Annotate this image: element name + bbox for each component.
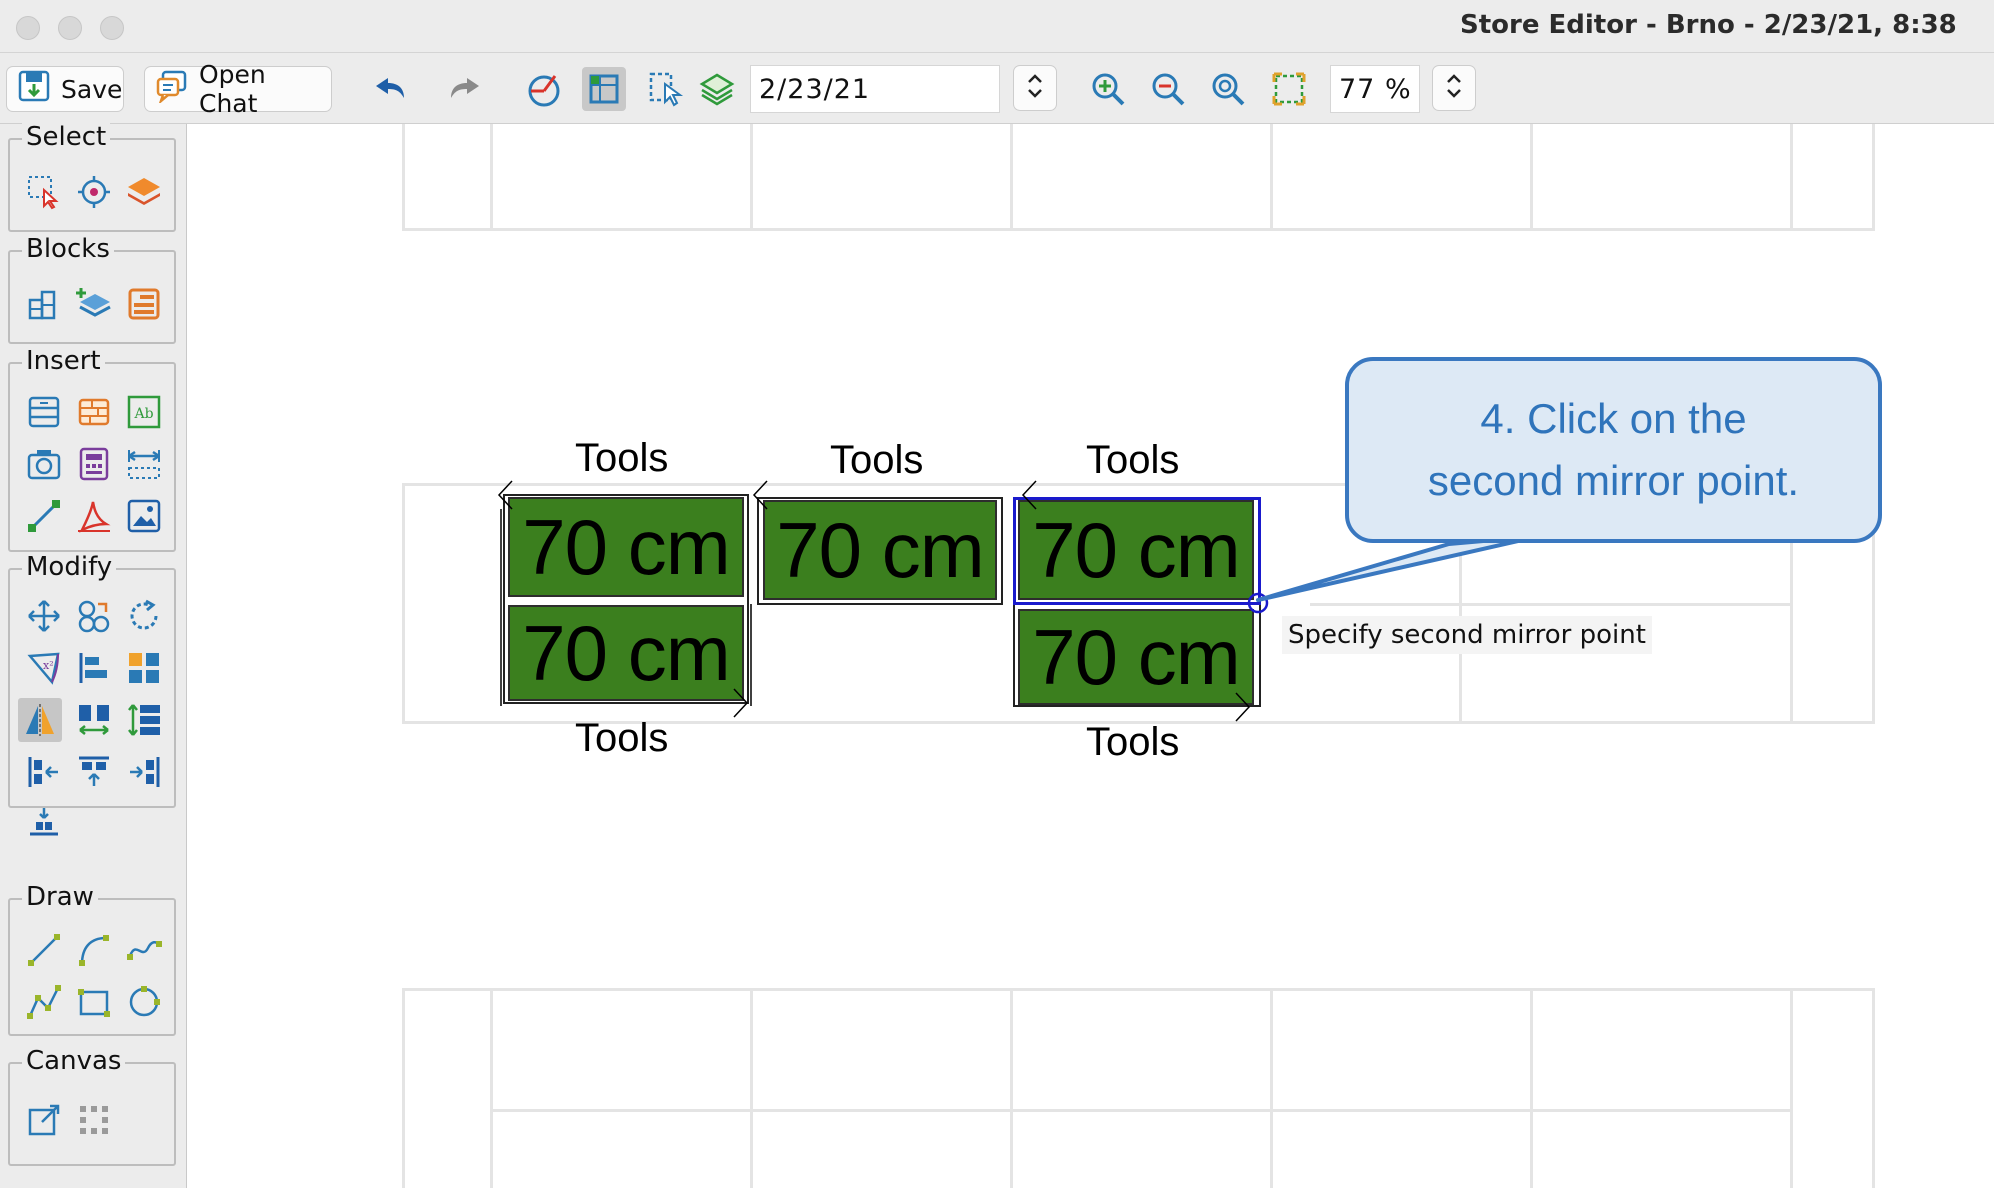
draw-curve-icon[interactable] [122, 928, 166, 972]
draw-line-icon[interactable] [22, 928, 66, 972]
save-icon [17, 69, 51, 109]
zoom-stepper[interactable] [1432, 65, 1476, 111]
pdf-icon[interactable] [72, 494, 116, 538]
zoom-field[interactable]: 77 % [1330, 65, 1420, 113]
block-library-icon[interactable] [22, 282, 66, 326]
add-block-icon[interactable] [72, 282, 116, 326]
camera-icon[interactable] [22, 442, 66, 486]
line-tool-icon[interactable] [22, 494, 66, 538]
toolbar: Save Open Chat 2/23/21 77 % [0, 53, 1994, 124]
zoom-in-icon[interactable] [1086, 67, 1130, 111]
draw-rectangle-icon[interactable] [72, 980, 116, 1024]
rectangle-select-icon[interactable] [22, 170, 66, 214]
calculator-icon[interactable] [72, 442, 116, 486]
blocks-group: Blocks [8, 234, 176, 344]
save-label: Save [61, 74, 123, 104]
text-box-icon[interactable]: Ab [122, 390, 166, 434]
undo-icon[interactable] [367, 67, 411, 111]
callout-line-2: second mirror point. [1427, 457, 1800, 504]
modify-group-label: Modify [22, 552, 117, 582]
snap-grid-icon[interactable] [582, 67, 626, 111]
draw-polyline-icon[interactable] [22, 980, 66, 1024]
copy-icon[interactable] [72, 594, 116, 638]
align-left-icon[interactable] [72, 646, 116, 690]
instruction-callout: 4. Click on the second mirror point. [1345, 357, 1882, 543]
blocks-group-label: Blocks [22, 234, 114, 264]
snap-angle-icon[interactable] [522, 67, 566, 111]
canvas-group: Canvas [8, 1046, 176, 1166]
callout-line-1: 4. Click on the [1480, 395, 1747, 442]
date-stepper[interactable] [1013, 65, 1057, 111]
redo-icon[interactable] [444, 67, 488, 111]
open-chat-button[interactable]: Open Chat [144, 60, 332, 118]
zoom-out-icon[interactable] [1146, 67, 1190, 111]
stack-icon[interactable] [22, 802, 66, 846]
callout-pointer [1256, 534, 1542, 602]
draw-group-label: Draw [22, 882, 98, 912]
layer-select-icon[interactable] [122, 170, 166, 214]
align-end-icon[interactable] [122, 750, 166, 794]
distribute-vertical-icon[interactable] [122, 698, 166, 742]
rotate-icon[interactable] [122, 594, 166, 638]
block-properties-icon[interactable] [122, 282, 166, 326]
zoom-window-button[interactable] [100, 16, 124, 40]
draw-circle-icon[interactable] [122, 980, 166, 1024]
draw-arc-icon[interactable] [72, 928, 116, 972]
point-select-icon[interactable] [72, 170, 116, 214]
tool-palette: Select Blocks Insert Ab Modify x² Draw C… [0, 122, 187, 1188]
grid-icon[interactable] [122, 646, 166, 690]
shelf-icon[interactable] [22, 390, 66, 434]
stepper-arrows-icon [1445, 72, 1463, 105]
save-button[interactable]: Save [6, 66, 124, 112]
select-group: Select [8, 122, 176, 232]
open-chat-label: Open Chat [199, 60, 266, 118]
brick-wall-icon[interactable] [72, 390, 116, 434]
title-bar: Store Editor - Brno - 2/23/21, 8:38 [0, 0, 1994, 53]
canvas-grid-icon[interactable] [72, 1098, 116, 1142]
zoom-fit-icon[interactable] [1206, 67, 1250, 111]
window-title: Store Editor - Brno - 2/23/21, 8:38 [1460, 10, 1957, 40]
stepper-arrows-icon [1026, 72, 1044, 105]
layers-icon[interactable] [695, 67, 739, 111]
move-icon[interactable] [22, 594, 66, 638]
zoom-extents-icon[interactable] [1267, 67, 1311, 111]
canvas-group-label: Canvas [22, 1046, 126, 1076]
dimension-icon[interactable] [122, 442, 166, 486]
mirror-icon[interactable] [18, 698, 62, 742]
insert-group-label: Insert [22, 346, 105, 376]
image-icon[interactable] [122, 494, 166, 538]
drawing-canvas[interactable]: Tools 70 cm 70 cm Tools Tools 70 cm Tool… [187, 124, 1994, 1188]
align-start-icon[interactable] [22, 750, 66, 794]
modify-group: Modify x² [8, 552, 176, 836]
minimize-window-button[interactable] [58, 16, 82, 40]
svg-text:x²: x² [43, 659, 54, 672]
insert-group: Insert Ab [8, 346, 176, 552]
close-window-button[interactable] [16, 16, 40, 40]
chat-icon [155, 69, 189, 109]
canvas-resize-icon[interactable] [22, 1098, 66, 1142]
date-field[interactable]: 2/23/21 [750, 65, 1000, 113]
select-objects-icon[interactable] [644, 67, 688, 111]
align-top-icon[interactable] [72, 750, 116, 794]
distribute-horizontal-icon[interactable] [72, 698, 116, 742]
scale-icon[interactable]: x² [22, 646, 66, 690]
draw-group: Draw [8, 882, 176, 1036]
svg-text:Ab: Ab [133, 406, 153, 422]
select-group-label: Select [22, 122, 111, 152]
